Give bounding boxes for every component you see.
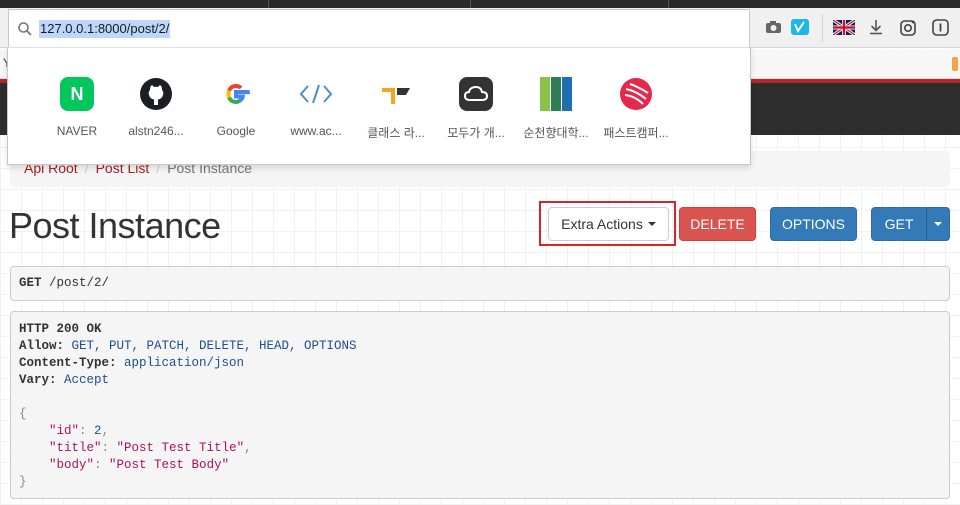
- search-icon: [18, 22, 32, 36]
- tab-divider: [470, 0, 471, 8]
- class101-icon: [379, 77, 413, 111]
- top-sites-dropdown: N NAVER alstn246... Google www.ac... 클래스…: [7, 47, 751, 165]
- top-site-fastcampus[interactable]: 패스트캠퍼...: [596, 77, 676, 141]
- request-method: GET: [19, 276, 42, 290]
- json-key: "title": [49, 441, 102, 455]
- header-value: Accept: [56, 373, 110, 387]
- request-info: GET /post/2/: [10, 266, 950, 301]
- response-status-line: HTTP 200 OK: [19, 321, 941, 338]
- response-header-vary: Vary: Accept: [19, 372, 941, 389]
- header-value: GET, PUT, PATCH, DELETE, HEAD, OPTIONS: [64, 339, 357, 353]
- google-icon: [219, 77, 253, 111]
- top-site-class101[interactable]: 클래스 라...: [356, 77, 436, 141]
- json-row-body: "body": "Post Test Body": [19, 457, 941, 474]
- json-value: "Post Test Body": [109, 458, 230, 472]
- header-key: Allow:: [19, 339, 65, 353]
- json-key: "id": [49, 424, 80, 438]
- browser-toolbar: 127.0.0.1:8000/post/2/: [0, 8, 960, 48]
- response-header-content-type: Content-Type: application/json: [19, 355, 941, 372]
- bookmark-icon[interactable]: [952, 57, 958, 71]
- top-site-www-ac[interactable]: www.ac...: [276, 77, 356, 138]
- uk-flag-icon[interactable]: [833, 16, 855, 38]
- url-text[interactable]: 127.0.0.1:8000/post/2/: [39, 20, 171, 38]
- sch-icon: [539, 77, 573, 111]
- tab-strip: [0, 0, 960, 8]
- delete-button[interactable]: DELETE: [679, 207, 756, 241]
- get-format-dropdown[interactable]: [926, 207, 950, 241]
- top-site-label: Google: [216, 124, 256, 138]
- request-path: /post/2/: [41, 276, 110, 290]
- top-site-sch[interactable]: 순천향대학...: [516, 77, 596, 141]
- address-bar[interactable]: 127.0.0.1:8000/post/2/: [8, 9, 750, 47]
- top-site-modu[interactable]: 모두가 개...: [436, 77, 516, 141]
- json-key: "body": [49, 458, 95, 472]
- top-site-naver[interactable]: N NAVER: [37, 77, 117, 138]
- cloud-icon: [459, 77, 493, 111]
- header-key: Vary:: [19, 373, 57, 387]
- top-site-label: www.ac...: [290, 124, 342, 138]
- json-brace: }: [19, 475, 27, 489]
- naver-icon: N: [60, 77, 94, 111]
- top-site-label: alstn246...: [128, 124, 184, 138]
- camera-icon[interactable]: [762, 16, 784, 38]
- download-icon[interactable]: [865, 16, 887, 38]
- top-site-label: 클래스 라...: [367, 126, 425, 140]
- toolbar-separator: [822, 14, 823, 42]
- response-info: HTTP 200 OK Allow: GET, PUT, PATCH, DELE…: [10, 311, 950, 499]
- github-icon: [139, 77, 173, 111]
- top-site-label: 모두가 개...: [447, 126, 505, 140]
- page-title: Post Instance: [9, 205, 221, 246]
- top-site-label: NAVER: [56, 124, 98, 138]
- json-comma: ,: [101, 424, 110, 438]
- options-button[interactable]: OPTIONS: [770, 207, 857, 241]
- info-icon[interactable]: [929, 16, 951, 38]
- json-open: {: [19, 406, 941, 423]
- response-header-allow: Allow: GET, PUT, PATCH, DELETE, HEAD, OP…: [19, 338, 941, 355]
- json-brace: {: [19, 407, 27, 421]
- json-row-id: "id": 2,: [19, 423, 941, 440]
- top-site-github[interactable]: alstn246...: [116, 77, 196, 138]
- caret-down-icon: [934, 222, 942, 226]
- instagram-icon[interactable]: [897, 16, 919, 38]
- json-comma: ,: [244, 441, 252, 455]
- tab-divider: [268, 0, 269, 8]
- fastcampus-icon: [619, 77, 653, 111]
- response-status: HTTP 200 OK: [19, 322, 102, 336]
- json-value: "Post Test Title": [116, 441, 245, 455]
- top-site-label: 패스트캠퍼...: [603, 126, 669, 140]
- top-site-google[interactable]: Google: [196, 77, 276, 138]
- top-site-label: 순천향대학...: [523, 126, 589, 140]
- get-button[interactable]: GET: [871, 207, 927, 241]
- vimeo-icon[interactable]: [789, 16, 811, 38]
- json-colon: :: [101, 441, 117, 455]
- json-value: 2: [94, 424, 102, 438]
- json-colon: :: [94, 458, 110, 472]
- extra-actions-label: Extra Actions: [561, 216, 643, 232]
- dropdown-divider: [8, 47, 750, 48]
- tab-divider: [668, 0, 669, 8]
- json-close: }: [19, 474, 941, 491]
- header-value: application/json: [116, 356, 245, 370]
- code-brackets-icon: [299, 77, 333, 111]
- header-key: Content-Type:: [19, 356, 117, 370]
- extra-actions-button[interactable]: Extra Actions: [548, 207, 669, 241]
- json-colon: :: [79, 424, 95, 438]
- json-row-title: "title": "Post Test Title",: [19, 440, 941, 457]
- caret-down-icon: [647, 222, 656, 226]
